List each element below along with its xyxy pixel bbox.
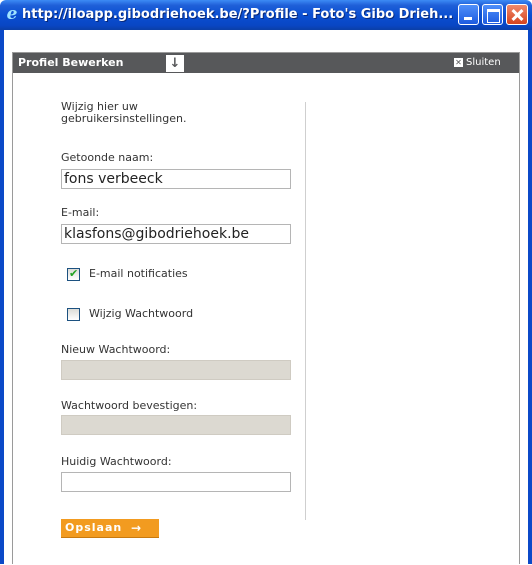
- window-title: http://iloapp.gibodriehoek.be/?Profile -…: [22, 7, 454, 22]
- email-label: E-mail:: [61, 206, 100, 219]
- change-password-checkbox[interactable]: [67, 308, 80, 321]
- confirm-password-input[interactable]: [61, 415, 291, 435]
- new-password-label: Nieuw Wachtwoord:: [61, 343, 171, 356]
- change-password-label[interactable]: Wijzig Wachtwoord: [89, 307, 193, 321]
- close-window-button[interactable]: [506, 4, 528, 25]
- save-button[interactable]: Opslaan →: [61, 519, 159, 538]
- email-notifications-label[interactable]: E-mail notificaties: [89, 267, 188, 281]
- confirm-password-label: Wachtwoord bevestigen:: [61, 399, 198, 412]
- arrow-right-icon: →: [131, 521, 143, 535]
- display-name-input[interactable]: [61, 169, 291, 189]
- close-icon: ✕: [454, 58, 463, 67]
- maximize-button[interactable]: [482, 4, 503, 25]
- browser-popup-window: e http://iloapp.gibodriehoek.be/?Profile…: [0, 0, 532, 564]
- display-name-label: Getoonde naam:: [61, 151, 154, 164]
- dialog-title: Profiel Bewerken: [18, 56, 124, 69]
- arrow-down-icon[interactable]: ↓: [166, 55, 184, 72]
- current-password-label: Huidig Wachtwoord:: [61, 455, 172, 468]
- title-bar[interactable]: e http://iloapp.gibodriehoek.be/?Profile…: [0, 0, 532, 30]
- page-content: Profiel Bewerken ↓ ✕ Sluiten Wijzig hier…: [4, 30, 528, 564]
- email-notifications-checkbox[interactable]: [67, 267, 80, 281]
- window-frame-right: [528, 30, 532, 564]
- column-divider: [305, 102, 306, 520]
- minimize-button[interactable]: [458, 4, 479, 25]
- ie-icon: e: [6, 4, 18, 24]
- save-label: Opslaan: [65, 521, 123, 534]
- dialog-header: Profiel Bewerken ↓ ✕ Sluiten: [13, 53, 519, 73]
- email-input[interactable]: [61, 224, 291, 244]
- new-password-input[interactable]: [61, 360, 291, 380]
- current-password-input[interactable]: [61, 472, 291, 492]
- profile-form: Wijzig hier uw gebruikersinstellingen. G…: [13, 73, 519, 565]
- close-label: Sluiten: [466, 57, 501, 68]
- intro-text: Wijzig hier uw gebruikersinstellingen.: [61, 100, 187, 125]
- profile-dialog: Profiel Bewerken ↓ ✕ Sluiten Wijzig hier…: [12, 52, 520, 564]
